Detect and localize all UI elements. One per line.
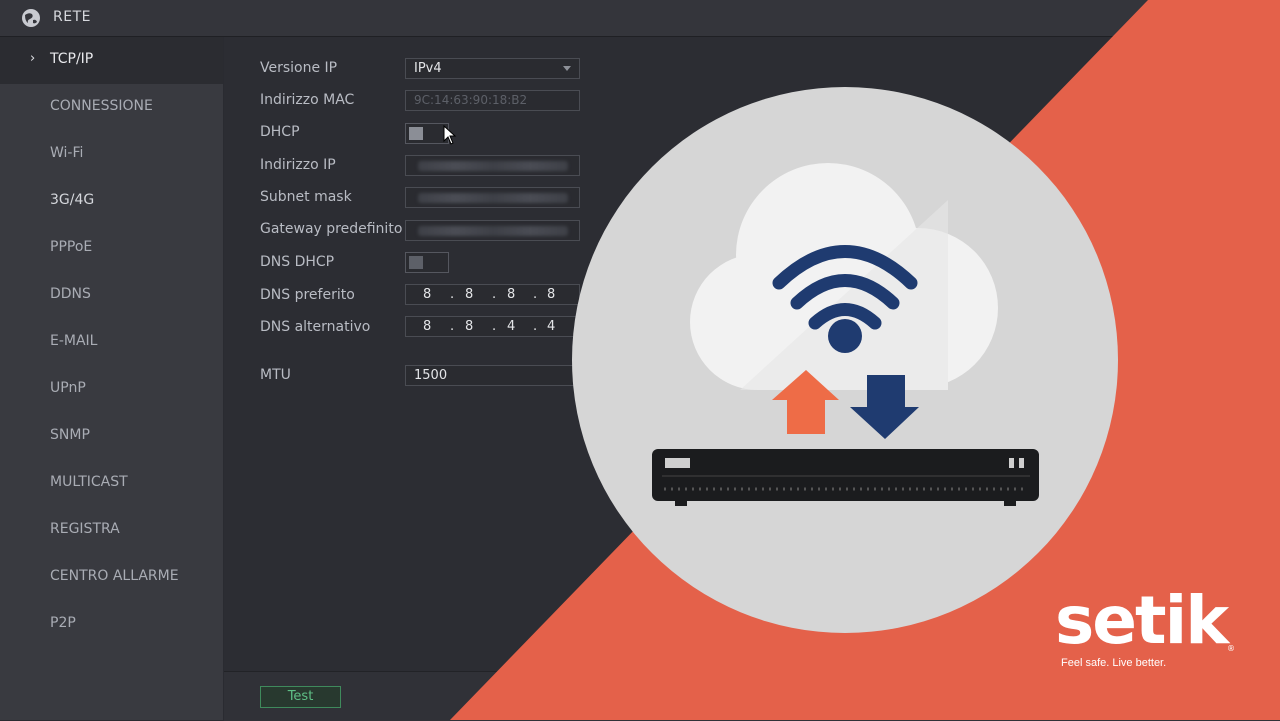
ip-version-label: Versione IP [260, 60, 338, 76]
dropdown-caret-icon [563, 66, 571, 71]
sidebar-item-label: P2P [50, 615, 76, 631]
blurred-value [418, 193, 568, 203]
sidebar-item-ddns[interactable]: DDNS [0, 272, 223, 319]
mtu-label: MTU [260, 367, 291, 383]
bottom-bar [224, 671, 1280, 721]
page-title: RETE [53, 9, 91, 25]
top-bar: RETE [0, 0, 1280, 37]
mtu-value: 1500 [414, 368, 448, 383]
sidebar: › TCP/IP CONNESSIONE Wi-Fi 3G/4G PPPoE D… [0, 37, 223, 720]
sidebar-item-label: REGISTRA [50, 521, 120, 537]
blurred-value [418, 226, 568, 236]
subnet-field[interactable] [405, 187, 580, 208]
registered-mark: ® [1227, 644, 1235, 653]
toggle-knob [409, 256, 423, 269]
dns-dhcp-toggle[interactable] [405, 252, 449, 273]
toggle-knob [409, 127, 423, 140]
gateway-label: Gateway predefinito [260, 221, 403, 237]
sidebar-item-tcpip[interactable]: › TCP/IP [0, 37, 223, 84]
sidebar-item-3g4g[interactable]: 3G/4G [0, 178, 223, 225]
dns-preferred-field[interactable]: 8 . 8 . 8 . 8 [405, 284, 580, 305]
test-button[interactable]: Test [260, 686, 341, 708]
brand-logo: setik [1055, 582, 1229, 659]
sidebar-item-label: UPnP [50, 380, 86, 396]
octet-sep: . [533, 287, 538, 302]
ip-version-select[interactable]: IPv4 [405, 58, 580, 79]
sidebar-item-label: PPPoE [50, 239, 93, 255]
octet-sep: . [450, 287, 455, 302]
octet-sep: . [492, 287, 497, 302]
sidebar-item-multicast[interactable]: MULTICAST [0, 460, 223, 507]
ip-address-label: Indirizzo IP [260, 157, 336, 173]
sidebar-item-p2p[interactable]: P2P [0, 601, 223, 648]
sidebar-item-label: MULTICAST [50, 474, 128, 490]
octet-2: 8 [465, 287, 474, 302]
sidebar-item-registra[interactable]: REGISTRA [0, 507, 223, 554]
octet-1: 8 [423, 287, 432, 302]
brand-slogan: Feel safe. Live better. [1061, 657, 1167, 669]
sidebar-item-label: 3G/4G [50, 192, 95, 208]
mac-label: Indirizzo MAC [260, 92, 355, 108]
sidebar-item-label: E-MAIL [50, 333, 98, 349]
sidebar-item-pppoe[interactable]: PPPoE [0, 225, 223, 272]
sidebar-item-label: SNMP [50, 427, 90, 443]
blurred-value [418, 161, 568, 171]
sidebar-item-centro-allarme[interactable]: CENTRO ALLARME [0, 554, 223, 601]
mouse-cursor-icon [443, 125, 457, 145]
octet-3: 4 [507, 319, 516, 334]
octet-4: 8 [547, 287, 556, 302]
mac-value: 9C:14:63:90:18:B2 [414, 93, 528, 107]
dns-preferred-label: DNS preferito [260, 287, 355, 303]
dns-alternate-field[interactable]: 8 . 8 . 4 . 4 [405, 316, 580, 337]
subnet-label: Subnet mask [260, 189, 352, 205]
sidebar-item-label: CENTRO ALLARME [50, 568, 179, 584]
sidebar-item-label: Wi-Fi [50, 145, 84, 161]
sidebar-item-label: CONNESSIONE [50, 98, 153, 114]
chevron-right-icon: › [30, 51, 36, 66]
sidebar-item-snmp[interactable]: SNMP [0, 413, 223, 460]
sidebar-item-connessione[interactable]: CONNESSIONE [0, 84, 223, 131]
mac-field: 9C:14:63:90:18:B2 [405, 90, 580, 111]
sidebar-item-email[interactable]: E-MAIL [0, 319, 223, 366]
dns-dhcp-label: DNS DHCP [260, 254, 335, 270]
sidebar-item-upnp[interactable]: UPnP [0, 366, 223, 413]
octet-sep: . [492, 319, 497, 334]
ip-address-field[interactable] [405, 155, 580, 176]
globe-icon [22, 9, 40, 27]
gateway-field[interactable] [405, 220, 580, 241]
octet-sep: . [450, 319, 455, 334]
ip-version-value: IPv4 [414, 61, 442, 76]
sidebar-item-label: TCP/IP [50, 51, 94, 67]
octet-1: 8 [423, 319, 432, 334]
octet-3: 8 [507, 287, 516, 302]
dhcp-label: DHCP [260, 124, 300, 140]
octet-sep: . [533, 319, 538, 334]
octet-2: 8 [465, 319, 474, 334]
dns-alternate-label: DNS alternativo [260, 319, 371, 335]
mtu-field[interactable]: 1500 [405, 365, 580, 386]
sidebar-item-label: DDNS [50, 286, 91, 302]
octet-4: 4 [547, 319, 556, 334]
sidebar-item-wifi[interactable]: Wi-Fi [0, 131, 223, 178]
